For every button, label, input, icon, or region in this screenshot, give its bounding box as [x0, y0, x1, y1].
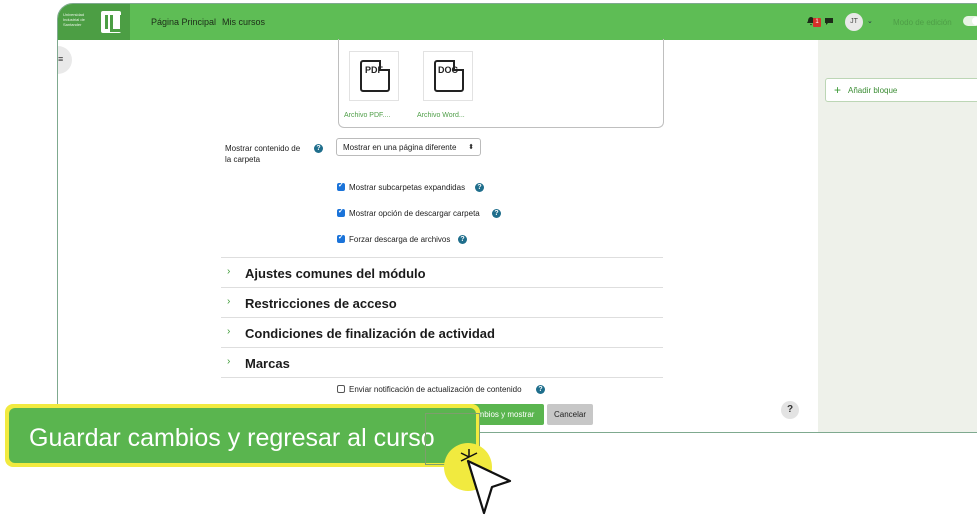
checkbox-show-subfolders[interactable]: [337, 181, 345, 191]
section-divider: [221, 287, 663, 288]
help-icon[interactable]: ?: [492, 209, 501, 218]
nav-link-home[interactable]: Página Principal: [151, 17, 216, 27]
chevron-right-icon[interactable]: ›: [227, 266, 230, 277]
save-return-label: Guardar cambios y regresar al curso: [29, 424, 435, 452]
help-icon[interactable]: ?: [536, 385, 545, 394]
section-tags[interactable]: Marcas: [245, 356, 290, 371]
display-select-value: Mostrar en una página diferente: [343, 143, 457, 152]
file-type-label: DOC: [438, 65, 458, 75]
checkbox-label: Mostrar opción de descargar carpeta: [349, 209, 480, 218]
display-label: Mostrar contenido de la carpeta: [225, 144, 301, 164]
right-block-drawer: + Añadir bloque: [818, 40, 977, 432]
select-arrows-icon: ⬍: [468, 144, 474, 151]
logo-mark-icon: [101, 11, 123, 33]
top-navbar: Universidad Industrial de Santander Pági…: [58, 4, 977, 40]
add-block-button[interactable]: + Añadir bloque: [825, 78, 977, 102]
checkbox-label: Mostrar subcarpetas expandidas: [349, 183, 466, 192]
plus-icon: +: [834, 83, 842, 97]
user-avatar[interactable]: JT: [845, 13, 863, 31]
section-common-settings[interactable]: Ajustes comunes del módulo: [245, 266, 426, 281]
checkbox-force-download[interactable]: [337, 233, 345, 243]
checkbox-send-notification[interactable]: [337, 385, 345, 393]
file-tile-pdf[interactable]: PDF: [349, 51, 399, 101]
edit-mode-toggle[interactable]: [963, 16, 977, 26]
display-select[interactable]: Mostrar en una página diferente ⬍: [336, 138, 481, 156]
nav-link-my-courses[interactable]: Mis cursos: [222, 17, 265, 27]
section-divider: [221, 377, 663, 378]
file-manager-box: PDF DOC Archivo PDF.... Archivo Word...: [338, 39, 664, 128]
chevron-right-icon[interactable]: ›: [227, 356, 230, 367]
section-access-restrictions[interactable]: Restricciones de acceso: [245, 296, 397, 311]
checkbox-show-download[interactable]: [337, 207, 345, 217]
cancel-button[interactable]: Cancelar: [547, 404, 593, 425]
help-icon[interactable]: ?: [314, 144, 323, 153]
logo-text: Universidad Industrial de Santander: [63, 12, 85, 27]
mouse-pointer-icon: [466, 459, 512, 515]
edit-mode-label: Modo de edición: [893, 18, 952, 27]
help-icon[interactable]: ?: [475, 183, 484, 192]
notification-badge: 1: [813, 18, 821, 27]
file-tile-doc[interactable]: DOC: [423, 51, 473, 101]
section-completion-conditions[interactable]: Condiciones de finalización de actividad: [245, 326, 495, 341]
site-logo[interactable]: Universidad Industrial de Santander: [58, 4, 130, 40]
file-name-doc[interactable]: Archivo Word...: [417, 112, 465, 119]
help-button[interactable]: ?: [781, 401, 799, 419]
save-return-callout[interactable]: Guardar cambios y regresar al curso: [5, 404, 480, 467]
drawer-menu-icon[interactable]: ≡: [58, 54, 63, 64]
browser-frame: Universidad Industrial de Santander Pági…: [57, 3, 977, 433]
add-block-label: Añadir bloque: [848, 86, 898, 95]
chat-icon[interactable]: [824, 17, 834, 26]
chevron-right-icon[interactable]: ›: [227, 326, 230, 337]
section-divider: [221, 347, 663, 348]
section-divider: [221, 317, 663, 318]
file-name-pdf[interactable]: Archivo PDF....: [344, 112, 390, 119]
save-return-button[interactable]: Guardar cambios y regresar al curso: [9, 408, 476, 463]
chevron-down-icon[interactable]: ⌄: [867, 17, 873, 25]
checkbox-label: Forzar descarga de archivos: [349, 235, 451, 244]
file-type-label: PDF: [365, 65, 383, 75]
section-divider: [221, 257, 663, 258]
help-icon[interactable]: ?: [458, 235, 467, 244]
checkbox-label: Enviar notificación de actualización de …: [349, 385, 522, 394]
chevron-right-icon[interactable]: ›: [227, 296, 230, 307]
